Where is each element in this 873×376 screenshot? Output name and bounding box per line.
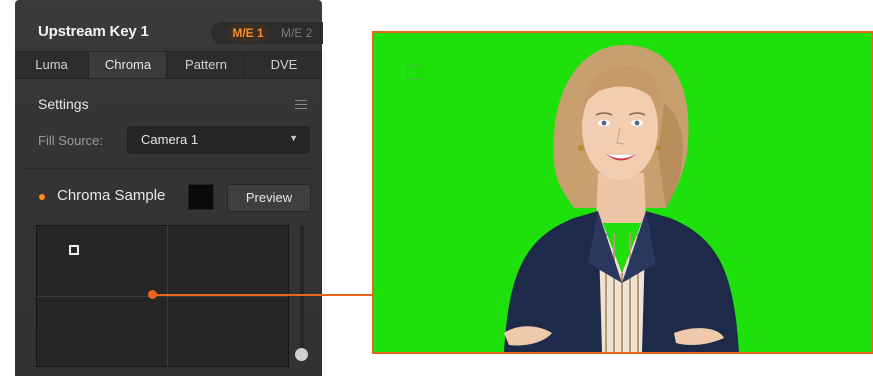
settings-heading: Settings [38,96,89,112]
chevron-down-icon: ▼ [289,133,298,143]
hamburger-icon[interactable] [295,100,307,112]
key-type-tabs: Luma Chroma Pattern DVE [15,51,322,79]
video-preview-frame [372,31,873,354]
me-switch: M/E 1 M/E 2 [211,22,323,44]
section-divider [25,168,315,169]
tab-luma[interactable]: Luma [15,52,88,78]
fill-source-value: Camera 1 [141,132,199,147]
panel-title: Upstream Key 1 [38,23,149,40]
sample-size-slider-handle[interactable] [295,348,308,361]
upstream-key-panel: Upstream Key 1 M/E 1 M/E 2 Luma Chroma P… [15,0,323,376]
me2-tab[interactable]: M/E 2 [281,26,312,40]
sample-box-icon[interactable] [69,245,79,255]
fill-source-select[interactable]: Camera 1 ▼ [127,126,310,154]
chroma-sample-label: Chroma Sample [57,187,166,204]
preview-button[interactable]: Preview [227,184,311,212]
grid-line-horizontal [37,296,288,297]
chroma-sample-swatch[interactable] [188,184,214,210]
chroma-sample-area[interactable] [36,225,289,367]
presenter-image [504,45,739,352]
callout-line [153,294,372,296]
sample-size-slider-track[interactable] [300,225,304,357]
panel-header: Upstream Key 1 M/E 1 M/E 2 [15,13,323,51]
status-dot-icon [39,194,45,200]
tab-chroma[interactable]: Chroma [88,52,167,78]
me1-tab[interactable]: M/E 1 [227,24,269,42]
tab-dve[interactable]: DVE [244,52,323,78]
fill-source-label: Fill Source: [38,133,104,148]
tab-pattern[interactable]: Pattern [166,52,245,78]
